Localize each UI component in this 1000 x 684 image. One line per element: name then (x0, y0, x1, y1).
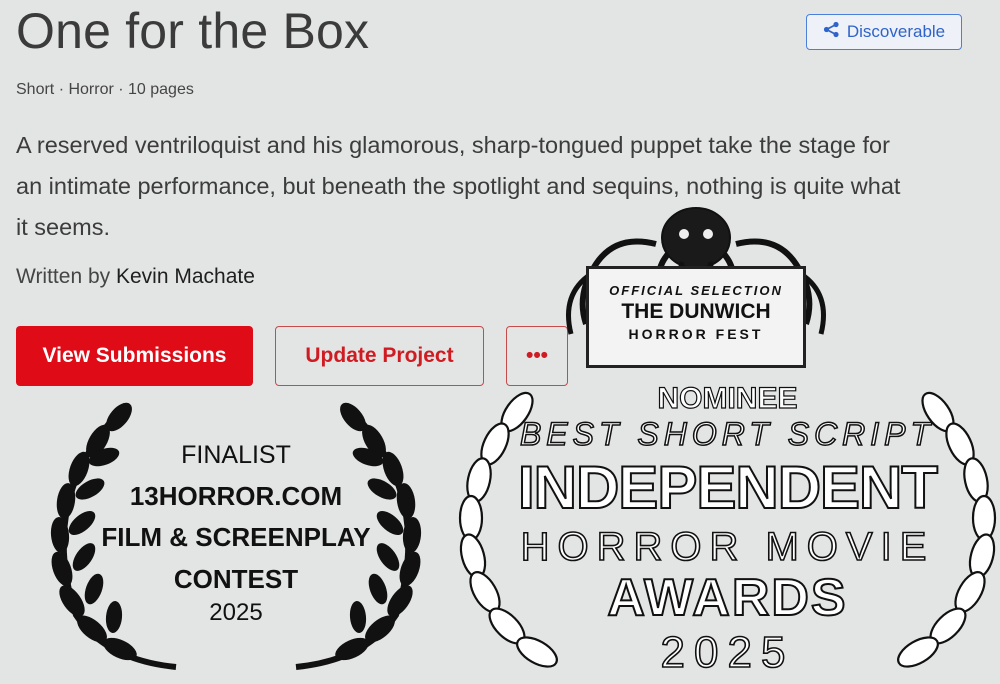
finalist-line1: 13HORROR.COM (129, 481, 343, 511)
ihma-category: BEST SHORT SCRIPT (519, 415, 936, 453)
share-icon (823, 21, 840, 43)
author-name: Kevin Machate (116, 265, 255, 288)
discoverable-label: Discoverable (846, 22, 946, 41)
ihma-year: 2025 (660, 627, 795, 678)
written-by-label: Written by (16, 265, 111, 288)
project-title: One for the Box (16, 3, 370, 59)
dunwich-sign: OFFICIAL SELECTION THE DUNWICH HORROR FE… (586, 266, 806, 368)
finalist-year: 2025 (209, 599, 263, 626)
ihma-line1: INDEPENDENT (517, 453, 939, 522)
dunwich-selection: OFFICIAL SELECTION (609, 283, 783, 298)
ihma-line3: AWARDS (606, 568, 848, 628)
ihma-line2: HORROR MOVIE (520, 524, 935, 570)
finalist-line3: CONTEST (173, 564, 299, 594)
project-meta: Short · Horror · 10 pages (16, 81, 194, 98)
dunwich-fest: HORROR FEST (628, 326, 764, 342)
finalist-laurel: FINALIST 13HORROR.COM FILM & SCREENPLAY … (16, 395, 456, 679)
ihma-status: NOMINEE (657, 381, 798, 415)
finalist-line2: FILM & SCREENPLAY (101, 522, 371, 552)
view-submissions-button[interactable]: View Submissions (16, 326, 253, 386)
dunwich-name: THE DUNWICH (621, 300, 771, 323)
dunwich-badge: OFFICIAL SELECTION THE DUNWICH HORROR FE… (556, 204, 836, 380)
byline: Written by Kevin Machate (16, 265, 255, 289)
discoverable-button[interactable]: Discoverable (806, 14, 962, 50)
ihma-laurel: NOMINEE BEST SHORT SCRIPT INDEPENDENT HO… (455, 381, 1000, 679)
update-project-button[interactable]: Update Project (275, 326, 484, 386)
finalist-status: FINALIST (181, 441, 291, 469)
